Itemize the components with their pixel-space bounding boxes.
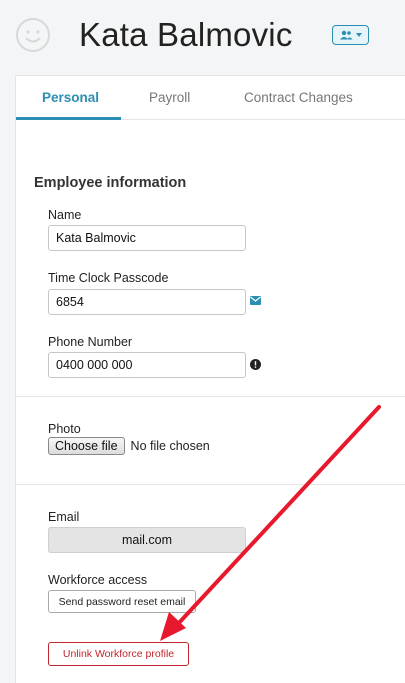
send-password-reset-button[interactable]: Send password reset email <box>48 590 196 613</box>
active-tab-indicator <box>16 117 121 120</box>
passcode-field[interactable]: 6854 <box>48 289 246 315</box>
photo-label: Photo <box>48 422 81 436</box>
name-field[interactable]: Kata Balmovic <box>48 225 246 251</box>
exclamation-circle-icon <box>250 359 261 370</box>
name-label: Name <box>48 208 82 222</box>
page-title: Kata Balmovic <box>79 16 293 53</box>
unlink-workforce-button[interactable]: Unlink Workforce profile <box>48 642 189 666</box>
phone-field[interactable]: 0400 000 000 <box>48 352 246 378</box>
envelope-icon[interactable] <box>250 296 261 305</box>
smiley-face-icon <box>16 18 50 52</box>
caret-down-icon <box>356 33 362 37</box>
phone-label: Phone Number <box>48 335 133 349</box>
file-status: No file chosen <box>130 439 210 453</box>
tab-bar: Personal Payroll Contract Changes <box>16 76 405 120</box>
divider <box>16 484 405 485</box>
profile-card: Personal Payroll Contract Changes Employ… <box>15 75 405 683</box>
choose-file-button[interactable]: Choose file <box>48 437 125 455</box>
passcode-label: Time Clock Passcode <box>48 271 169 285</box>
email-label: Email <box>48 510 80 524</box>
workforce-access-label: Workforce access <box>48 573 148 587</box>
photo-file-input: Choose file No file chosen <box>48 437 210 455</box>
profile-header: Kata Balmovic <box>0 0 405 70</box>
people-dropdown-button[interactable] <box>332 25 369 45</box>
tab-personal[interactable]: Personal <box>42 90 99 105</box>
tab-payroll[interactable]: Payroll <box>149 90 190 105</box>
section-heading: Employee information <box>34 175 187 191</box>
people-icon <box>340 30 353 40</box>
email-field: mail.com <box>48 527 246 553</box>
tab-contract-changes[interactable]: Contract Changes <box>244 90 353 105</box>
divider <box>16 396 405 397</box>
